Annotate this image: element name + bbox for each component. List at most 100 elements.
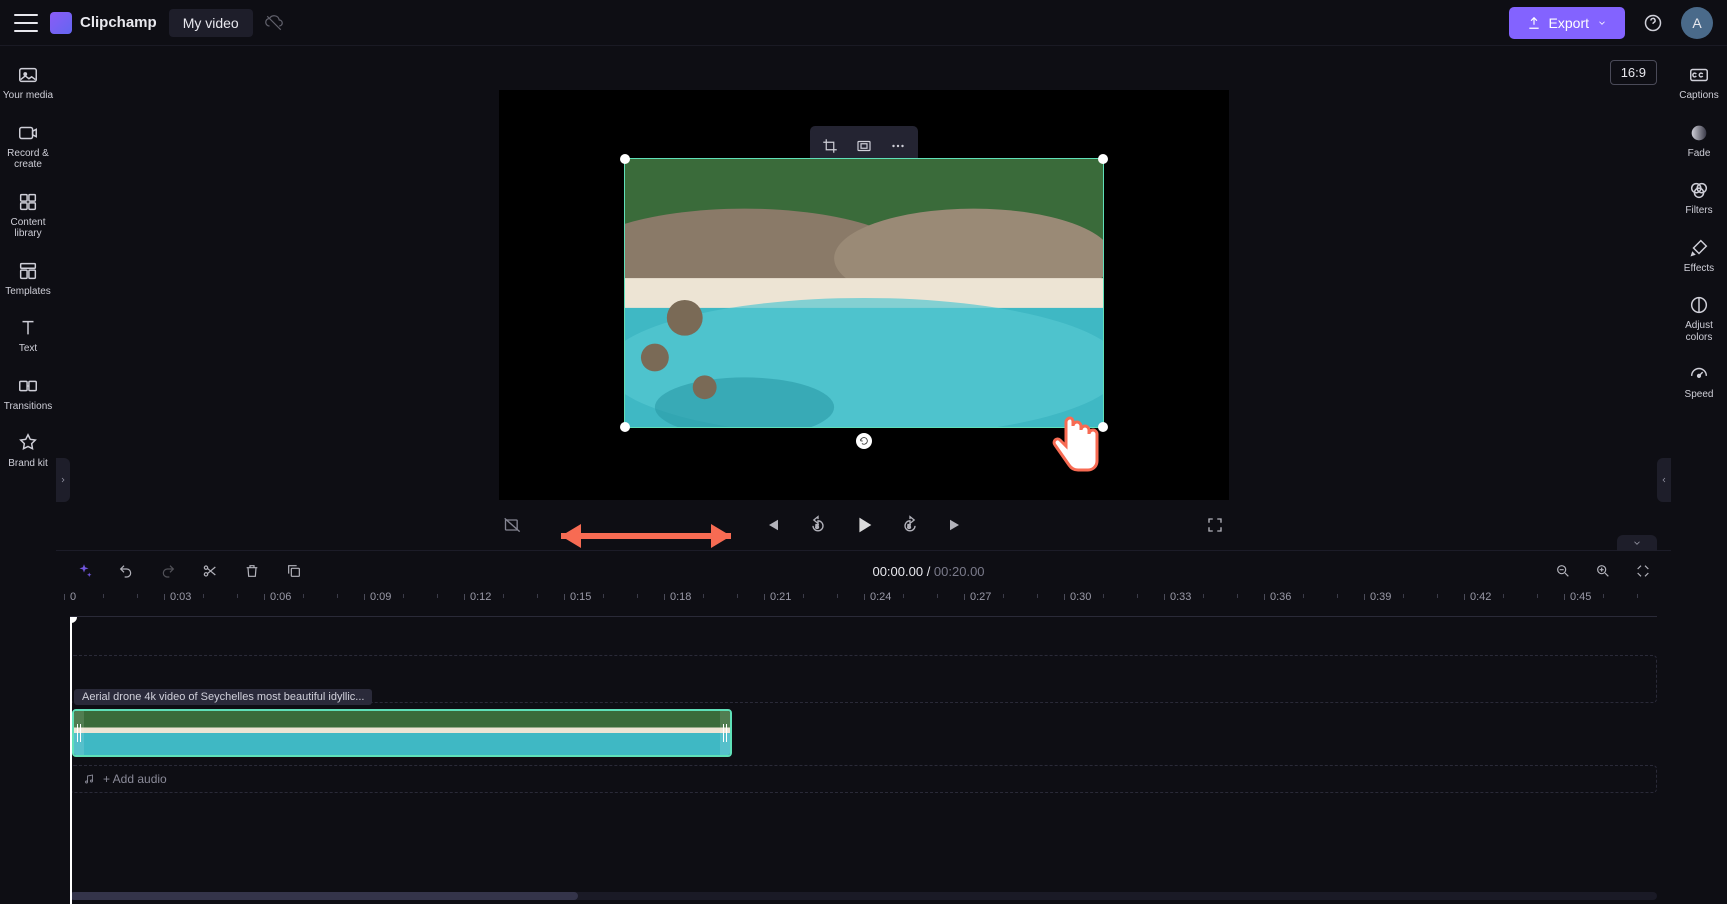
selected-clip[interactable] <box>624 158 1104 428</box>
ruler-tick: 0:33 <box>1170 591 1191 603</box>
ruler-tick: 0:30 <box>1070 591 1091 603</box>
redo-button[interactable] <box>154 557 182 585</box>
ruler-tick: 0 <box>70 591 76 603</box>
skip-forward-button[interactable] <box>942 511 970 539</box>
sidebar-item-text[interactable]: Text <box>2 309 54 363</box>
scrollbar-thumb[interactable] <box>70 892 578 900</box>
app-name: Clipchamp <box>80 14 157 31</box>
svg-text:5: 5 <box>907 524 910 530</box>
collapse-timeline-button[interactable] <box>1617 535 1657 551</box>
rotate-handle[interactable] <box>856 433 872 449</box>
play-button[interactable] <box>850 511 878 539</box>
resize-handle-bottom-left[interactable] <box>620 422 630 432</box>
sidebar-item-label: Transitions <box>4 401 53 413</box>
left-sidebar: Your media Record & create Content libra… <box>0 46 56 904</box>
app-logo[interactable]: Clipchamp <box>50 12 157 34</box>
clip-label: Aerial drone 4k video of Seychelles most… <box>74 689 372 705</box>
sidebar-item-filters[interactable]: Filters <box>1673 171 1725 225</box>
sidebar-item-transitions[interactable]: Transitions <box>2 367 54 421</box>
sidebar-item-label: Your media <box>3 90 53 102</box>
zoom-fit-button[interactable] <box>1629 557 1657 585</box>
sidebar-item-adjust-colors[interactable]: Adjust colors <box>1673 286 1725 351</box>
timeline-toolbar: 00:00.00 / 00:20.00 <box>56 551 1671 591</box>
sidebar-item-content-library[interactable]: Content library <box>2 183 54 248</box>
sidebar-item-label: Templates <box>5 286 51 298</box>
help-button[interactable] <box>1637 7 1669 39</box>
menu-button[interactable] <box>14 14 38 32</box>
ruler-tick: 0:24 <box>870 591 891 603</box>
timeline-ruler[interactable]: 00:030:060:090:120:150:180:210:240:270:3… <box>70 591 1657 617</box>
sidebar-item-label: Content library <box>2 217 54 240</box>
ai-sparkle-button[interactable] <box>70 557 98 585</box>
right-sidebar: Captions Fade Filters Effects Adjust col… <box>1671 46 1727 904</box>
delete-button[interactable] <box>238 557 266 585</box>
clip-trim-handle-right[interactable] <box>720 711 730 755</box>
ruler-tick: 0:45 <box>1570 591 1591 603</box>
preview-area: 16:9 <box>56 46 1671 550</box>
app-header: Clipchamp My video Export A <box>0 0 1727 46</box>
sidebar-item-fade[interactable]: Fade <box>1673 114 1725 168</box>
timeline-scrollbar[interactable] <box>70 892 1657 900</box>
video-stage[interactable] <box>499 90 1229 500</box>
video-clip[interactable] <box>72 709 732 757</box>
sidebar-item-captions[interactable]: Captions <box>1673 56 1725 110</box>
rewind-button[interactable]: 5 <box>804 511 832 539</box>
expand-right-panel-button[interactable] <box>1657 458 1671 502</box>
sidebar-item-your-media[interactable]: Your media <box>2 56 54 110</box>
sidebar-item-record-create[interactable]: Record & create <box>2 114 54 179</box>
add-audio-button[interactable]: + Add audio <box>71 766 1656 792</box>
skip-back-button[interactable] <box>758 511 786 539</box>
playhead[interactable] <box>70 617 72 904</box>
current-time: 00:00.00 <box>872 564 923 579</box>
sidebar-item-speed[interactable]: Speed <box>1673 355 1725 409</box>
sidebar-item-label: Filters <box>1685 205 1712 217</box>
ruler-tick: 0:15 <box>570 591 591 603</box>
video-track[interactable]: Aerial drone 4k video of Seychelles most… <box>70 709 1657 759</box>
add-audio-label: + Add audio <box>103 772 167 786</box>
sidebar-item-label: Captions <box>1679 90 1718 102</box>
timeline-tracks[interactable]: Aerial drone 4k video of Seychelles most… <box>70 617 1657 904</box>
export-button[interactable]: Export <box>1509 7 1625 39</box>
resize-handle-top-right[interactable] <box>1098 154 1108 164</box>
resize-handle-top-left[interactable] <box>620 154 630 164</box>
ruler-tick: 0:06 <box>270 591 291 603</box>
sidebar-item-label: Adjust colors <box>1673 320 1725 343</box>
duplicate-button[interactable] <box>280 557 308 585</box>
playback-controls: 5 5 <box>499 500 1229 550</box>
ruler-tick: 0:36 <box>1270 591 1291 603</box>
export-label: Export <box>1549 15 1589 31</box>
svg-text:5: 5 <box>815 524 818 530</box>
sidebar-item-templates[interactable]: Templates <box>2 252 54 306</box>
sidebar-item-label: Record & create <box>2 148 54 171</box>
main-area: 16:9 <box>56 46 1671 904</box>
zoom-out-button[interactable] <box>1549 557 1577 585</box>
ruler-tick: 0:42 <box>1470 591 1491 603</box>
sidebar-item-effects[interactable]: Effects <box>1673 229 1725 283</box>
undo-button[interactable] <box>112 557 140 585</box>
split-button[interactable] <box>196 557 224 585</box>
zoom-in-button[interactable] <box>1589 557 1617 585</box>
ruler-tick: 0:21 <box>770 591 791 603</box>
sidebar-item-label: Effects <box>1684 263 1714 275</box>
fullscreen-button[interactable] <box>1201 511 1229 539</box>
sidebar-item-label: Speed <box>1685 389 1714 401</box>
forward-button[interactable]: 5 <box>896 511 924 539</box>
cursor-hand-icon <box>1044 410 1108 490</box>
timeline-panel: 00:00.00 / 00:20.00 0 0:03 0:06 0:09 0:12 0:1… <box>56 550 1671 904</box>
ruler-tick: 0:09 <box>370 591 391 603</box>
project-name-input[interactable]: My video <box>169 9 253 37</box>
avatar[interactable]: A <box>1681 7 1713 39</box>
sync-off-icon[interactable] <box>265 14 283 32</box>
audio-track[interactable]: + Add audio <box>70 765 1657 793</box>
hide-preview-button[interactable] <box>499 511 527 539</box>
aspect-ratio-button[interactable]: 16:9 <box>1610 60 1657 85</box>
ruler-tick: 0:12 <box>470 591 491 603</box>
playback-time: 00:00.00 / 00:20.00 <box>322 564 1535 579</box>
ruler-tick: 0:03 <box>170 591 191 603</box>
ruler-tick: 0:18 <box>670 591 691 603</box>
clip-trim-handle-left[interactable] <box>74 711 84 755</box>
sidebar-item-brand-kit[interactable]: Brand kit <box>2 424 54 478</box>
sidebar-item-label: Fade <box>1688 148 1711 160</box>
clip-thumbnail <box>625 159 1103 427</box>
sidebar-item-label: Brand kit <box>8 458 47 470</box>
